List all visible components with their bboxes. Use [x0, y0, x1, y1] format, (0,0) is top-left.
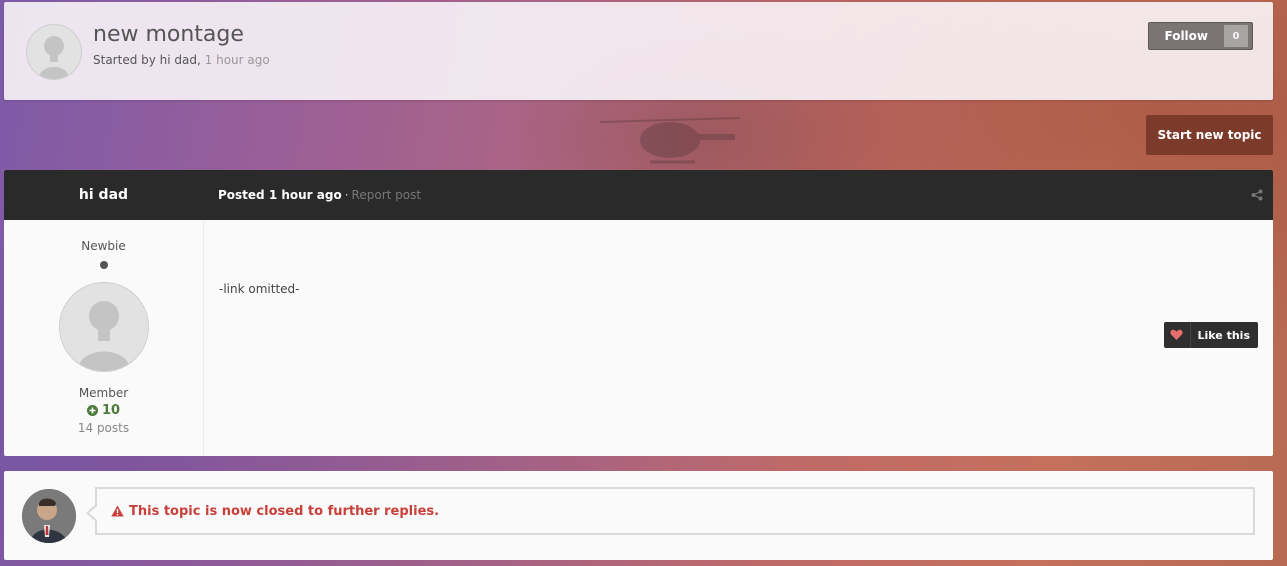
post-meta: Posted 1 hour ago · Report post [218, 188, 421, 202]
plus-circle-icon [86, 405, 98, 416]
current-user-avatar[interactable] [22, 489, 76, 543]
author-panel: Newbie Member 10 14 posts [4, 220, 204, 456]
posted-time[interactable]: Posted 1 hour ago [218, 188, 342, 202]
heart-icon [1164, 322, 1191, 348]
helicopter-silhouette [600, 117, 740, 164]
share-icon[interactable] [1251, 189, 1263, 201]
follow-button[interactable]: Follow 0 [1148, 22, 1253, 50]
follow-label: Follow [1164, 29, 1208, 43]
online-status-dot [99, 261, 108, 269]
post-author-avatar[interactable] [58, 282, 149, 372]
author-reputation: 10 [4, 403, 203, 418]
post-text: -link omitted- [219, 282, 300, 296]
closed-notice-box: This topic is now closed to further repl… [4, 471, 1273, 560]
post-content: -link omitted- Like this [204, 220, 1273, 456]
topic-author-avatar[interactable] [26, 24, 82, 80]
started-by-text: Started by hi dad, [93, 53, 201, 67]
post-header: hi dad Posted 1 hour ago · Report post [4, 170, 1273, 220]
user-photo [22, 489, 76, 543]
topic-header: new montage Started by hi dad, 1 hour ag… [4, 2, 1273, 100]
meta-separator: · [344, 188, 349, 202]
reputation-value: 10 [101, 403, 121, 418]
default-user-icon [39, 36, 69, 79]
report-post-link[interactable]: Report post [352, 188, 422, 202]
post-author-name[interactable]: hi dad [4, 187, 203, 203]
author-group: Member [78, 386, 129, 400]
started-time: 1 hour ago [204, 53, 270, 67]
topic-started-by: Started by hi dad, 1 hour ago [93, 53, 270, 67]
author-rank: Newbie [81, 239, 126, 253]
post-body: Newbie Member 10 14 posts -link omitted-… [4, 220, 1273, 456]
like-label: Like this [1197, 328, 1251, 342]
closed-message-bubble: This topic is now closed to further repl… [86, 487, 1255, 535]
like-button[interactable]: Like this [1163, 322, 1258, 348]
author-post-count[interactable]: 14 posts [4, 421, 203, 435]
warning-icon [111, 505, 124, 517]
post: hi dad Posted 1 hour ago · Report post New… [4, 170, 1273, 456]
default-user-icon [77, 301, 130, 371]
closed-message: This topic is now closed to further repl… [129, 503, 440, 519]
start-new-topic-button[interactable]: Start new topic [1146, 115, 1273, 155]
follow-count: 0 [1224, 25, 1248, 47]
topic-title: new montage [93, 22, 244, 47]
